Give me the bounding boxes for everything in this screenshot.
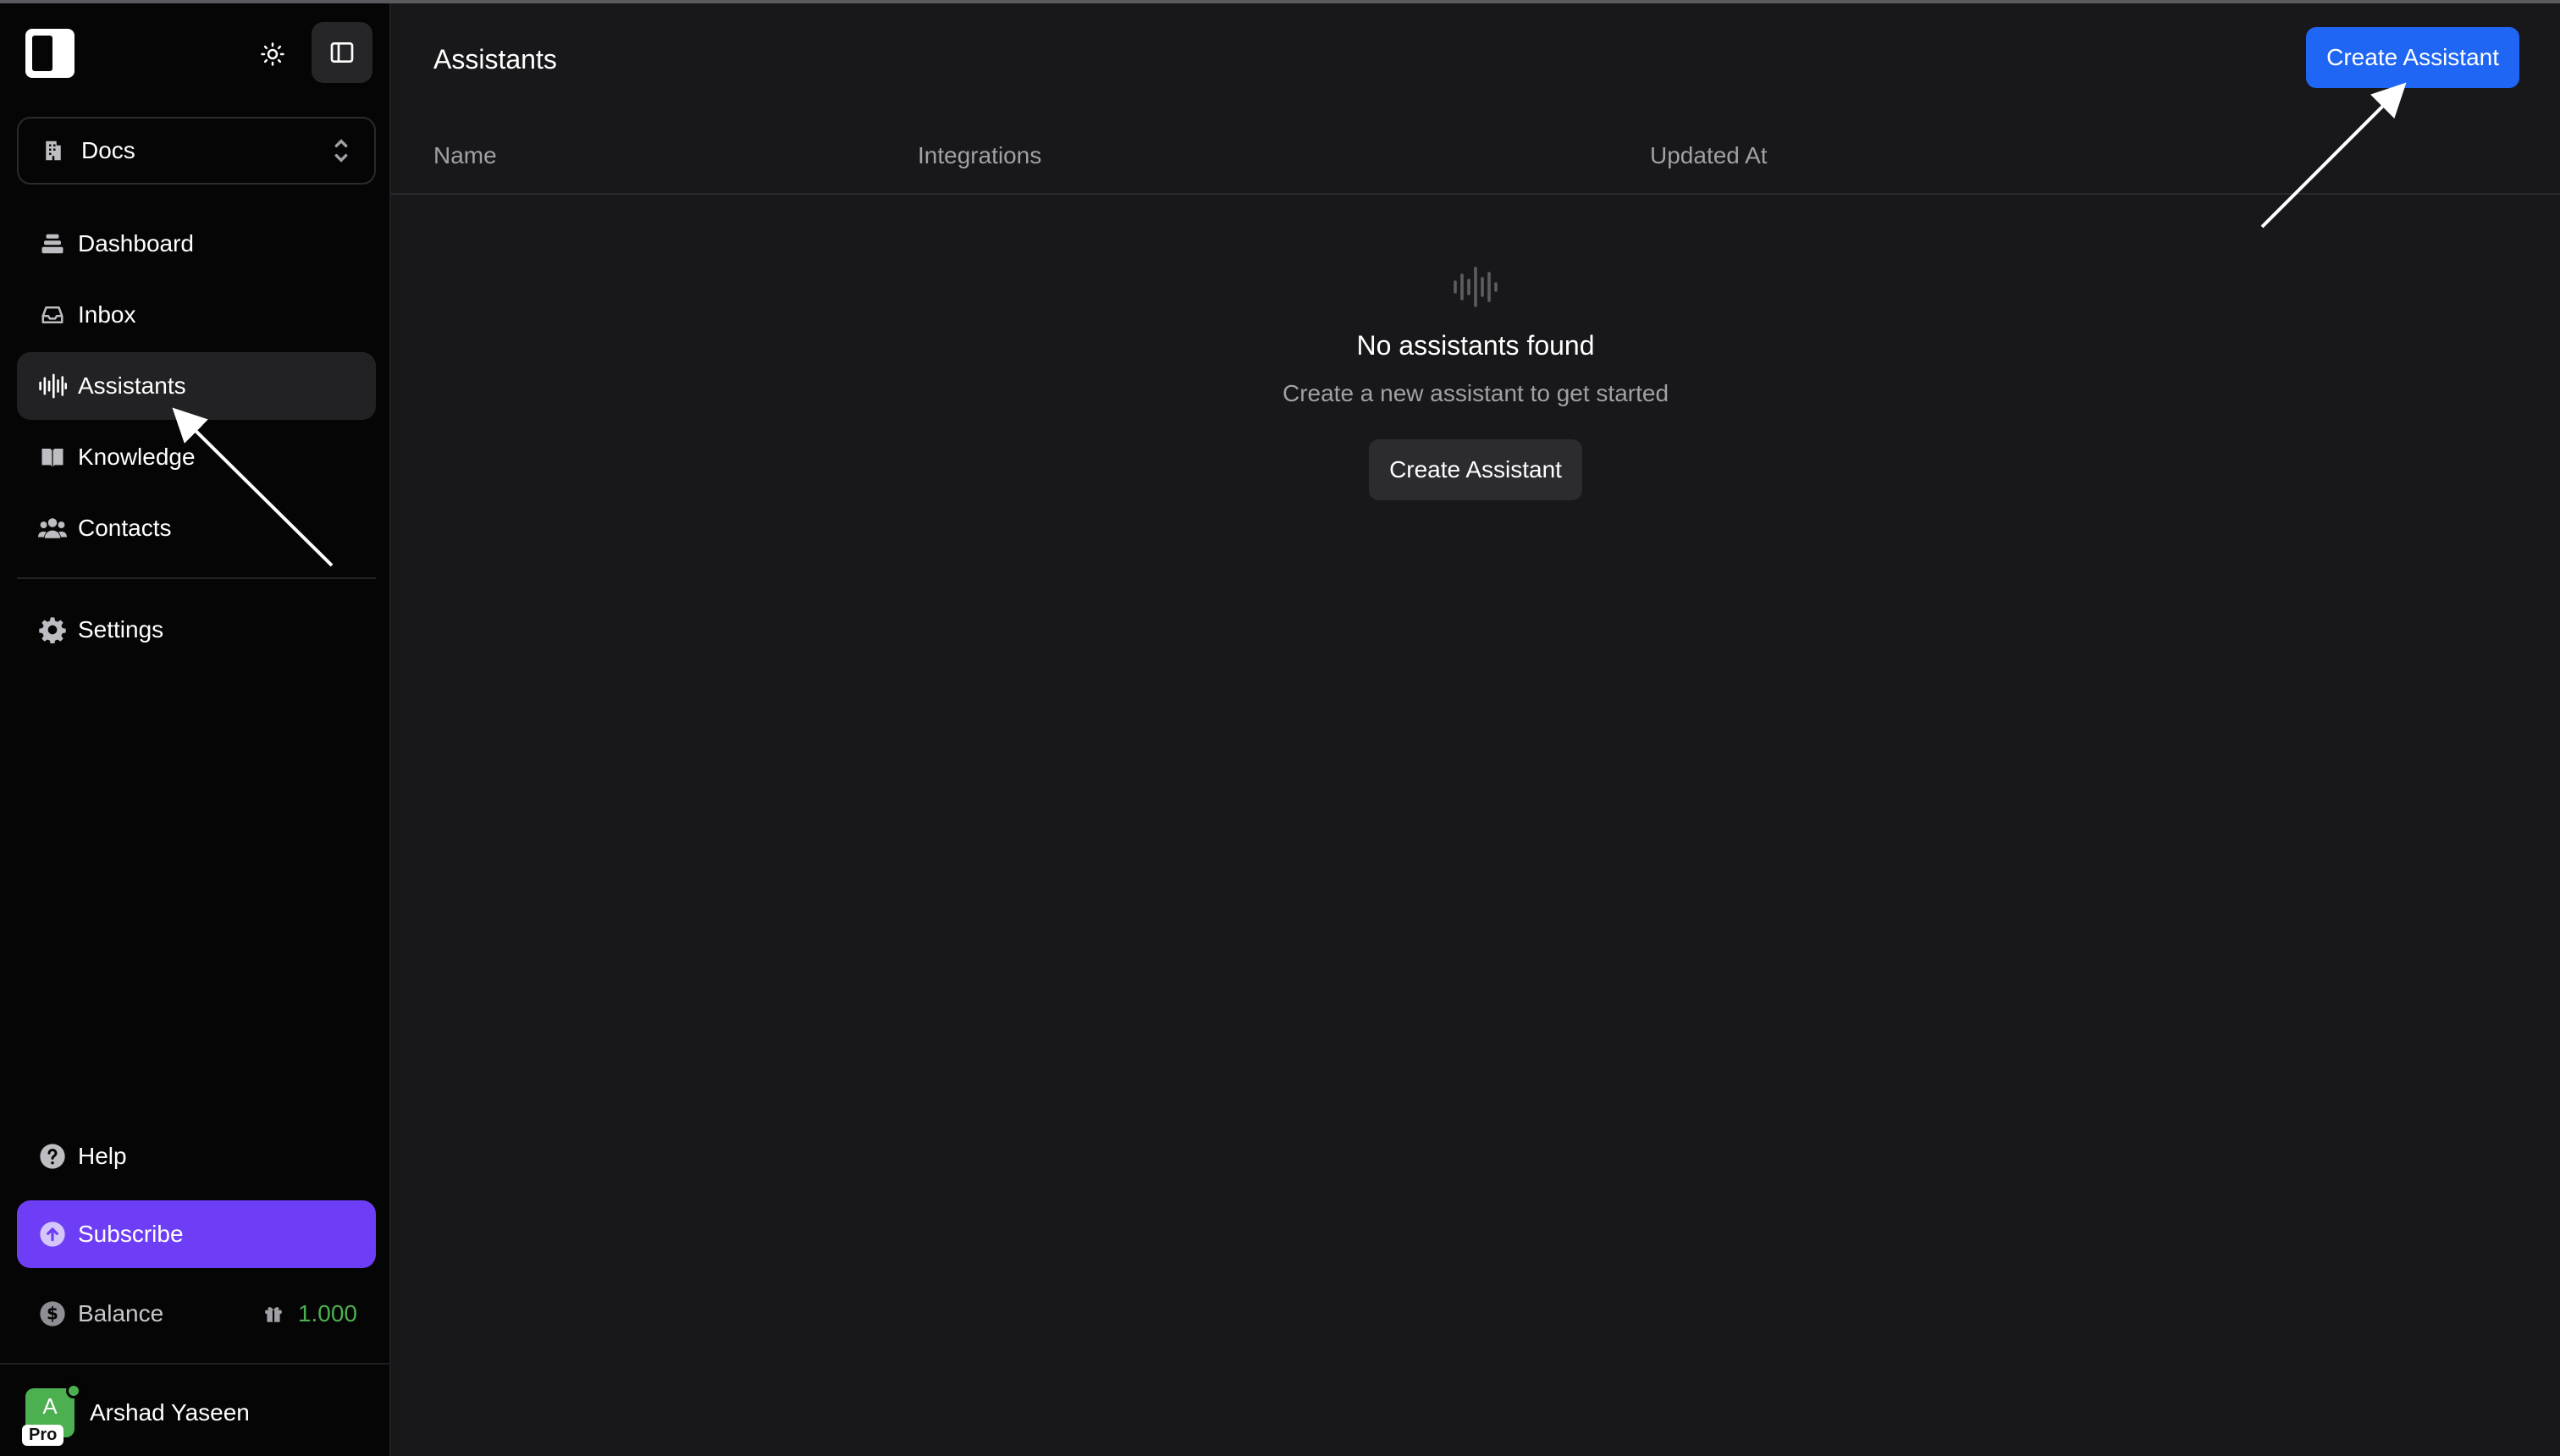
chevron-up-down-icon — [334, 139, 348, 163]
inbox-icon — [41, 306, 63, 323]
app-root: Docs Dashboard Inbox Assistants Knowledg… — [0, 3, 2560, 1456]
sidebar-item-dashboard[interactable]: Dashboard — [17, 210, 376, 278]
sidebar-item-knowledge[interactable]: Knowledge — [17, 423, 376, 491]
sidebar-item-label: Help — [78, 1143, 127, 1169]
waveform-icon — [39, 373, 67, 399]
sidebar-help-section: Help — [17, 1122, 376, 1194]
subscribe-label: Subscribe — [78, 1221, 184, 1247]
upgrade-icon — [40, 1222, 65, 1247]
column-header-updated-at[interactable]: Updated At — [1650, 142, 1768, 169]
balance-amount: 1.000 — [297, 1300, 357, 1326]
sidebar: Docs Dashboard Inbox Assistants Knowledg… — [0, 3, 391, 1456]
sidebar-item-label: Settings — [78, 616, 164, 643]
help-icon — [40, 1144, 65, 1169]
sun-icon — [261, 42, 284, 66]
empty-state-title: No assistants found — [1356, 330, 1595, 361]
subscribe-button[interactable]: Subscribe — [17, 1200, 376, 1268]
gear-icon — [39, 617, 66, 643]
avatar-initial: A — [42, 1393, 58, 1419]
gift-icon — [265, 1307, 282, 1322]
balance-row: $ Balance 1.000 — [17, 1280, 376, 1348]
users-icon — [38, 518, 67, 538]
book-icon — [41, 449, 63, 467]
building-icon — [46, 141, 61, 161]
user-divider — [0, 1363, 391, 1365]
dollar-icon: $ — [40, 1301, 65, 1326]
column-header-name[interactable]: Name — [433, 142, 497, 169]
table-header: Name Integrations Updated At — [391, 110, 2560, 195]
sidebar-item-label: Dashboard — [78, 230, 194, 256]
sidebar-item-label: Assistants — [78, 372, 186, 399]
create-assistant-button[interactable]: Create Assistant — [2306, 27, 2519, 88]
sidebar-item-label: Knowledge — [78, 444, 196, 470]
workspace-selector[interactable]: Docs — [17, 117, 376, 185]
sidebar-item-settings[interactable]: Settings — [17, 596, 376, 664]
online-status-dot — [66, 1383, 81, 1398]
empty-state-subtitle: Create a new assistant to get started — [1282, 380, 1669, 406]
avatar: A Pro — [22, 1383, 81, 1446]
balance-label: Balance — [78, 1300, 164, 1326]
main-content: Assistants Create Assistant Name Integra… — [391, 3, 2560, 1456]
empty-state-create-button[interactable]: Create Assistant — [1369, 439, 1582, 500]
page-title: Assistants — [433, 44, 557, 74]
user-profile[interactable]: A Pro Arshad Yaseen — [22, 1383, 250, 1446]
svg-text:$: $ — [47, 1304, 58, 1324]
empty-state: No assistants found Create a new assista… — [391, 266, 2560, 500]
dashboard-icon — [41, 234, 63, 254]
waveform-icon — [1454, 267, 1498, 307]
sidebar-item-inbox[interactable]: Inbox — [17, 281, 376, 349]
user-name: Arshad Yaseen — [90, 1399, 250, 1426]
sidebar-item-label: Contacts — [78, 515, 172, 541]
panel-left-icon — [330, 42, 354, 63]
column-header-integrations[interactable]: Integrations — [918, 142, 1041, 169]
sidebar-settings-section: Settings — [17, 596, 376, 667]
sidebar-collapse-button[interactable] — [312, 22, 372, 83]
workspace-label: Docs — [81, 137, 135, 163]
plan-badge: Pro — [22, 1425, 64, 1446]
theme-toggle-button[interactable] — [254, 36, 291, 73]
sidebar-divider — [17, 577, 376, 579]
sidebar-item-contacts[interactable]: Contacts — [17, 494, 376, 562]
sidebar-item-help[interactable]: Help — [17, 1122, 376, 1190]
sidebar-nav: Dashboard Inbox Assistants Knowledge Con… — [17, 210, 376, 565]
sidebar-item-assistants[interactable]: Assistants — [17, 352, 376, 420]
app-logo[interactable] — [25, 29, 74, 78]
sidebar-item-label: Inbox — [78, 301, 136, 328]
